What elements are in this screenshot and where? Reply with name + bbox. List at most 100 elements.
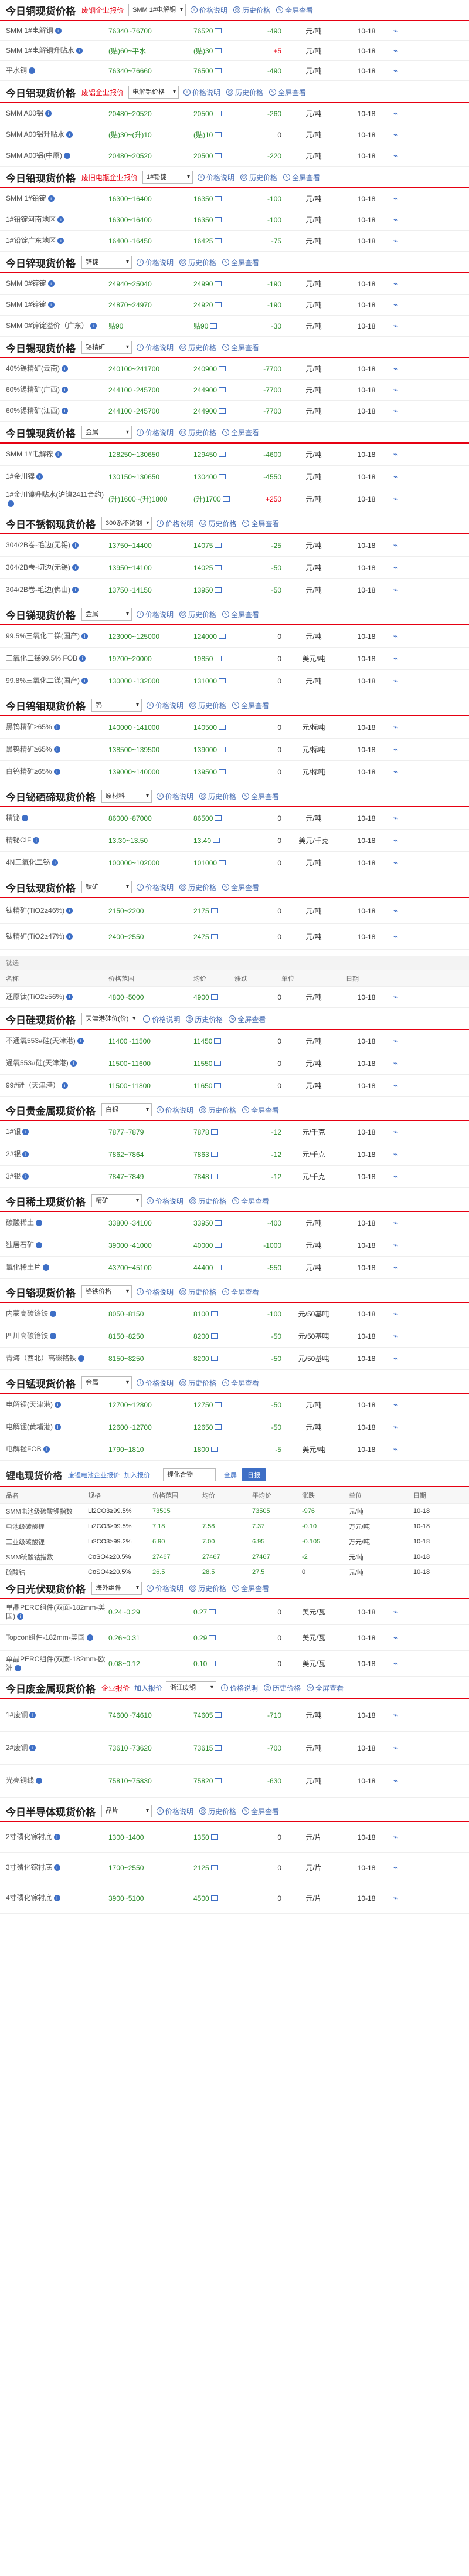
fullscreen-link[interactable]: ∿ 全屏查看 — [232, 1583, 269, 1593]
chart-icon[interactable]: ⌁ — [387, 1400, 405, 1410]
product-select[interactable]: 锌锭 — [81, 256, 132, 269]
chart-icon[interactable]: ⌁ — [387, 449, 405, 459]
daily-report-button[interactable]: 日报 — [242, 1468, 267, 1481]
fullscreen-link[interactable]: ∿ 全屏查看 — [222, 343, 259, 353]
info-icon[interactable]: i — [81, 678, 89, 685]
info-icon[interactable]: i — [43, 1264, 50, 1271]
product-select[interactable]: 锡精矿 — [81, 341, 132, 354]
chart-icon[interactable]: ⌁ — [387, 1149, 405, 1159]
chart-icon[interactable]: ⌁ — [387, 279, 405, 289]
chart-icon[interactable]: ⌁ — [387, 300, 405, 310]
chart-icon[interactable]: ⌁ — [387, 744, 405, 754]
history-price-link[interactable]: ◷ 历史价格 — [199, 1806, 236, 1816]
mail-icon[interactable] — [214, 1083, 222, 1088]
fullscreen-link[interactable]: ∿ 全屏查看 — [222, 1287, 259, 1297]
history-price-link[interactable]: ◷ 历史价格 — [179, 343, 216, 353]
mail-icon[interactable] — [215, 28, 222, 33]
fullscreen-link[interactable]: ∿ 全屏查看 — [242, 791, 279, 801]
info-icon[interactable]: i — [66, 933, 73, 940]
mail-icon[interactable] — [215, 815, 222, 821]
product-select[interactable]: 铬铁价格 — [81, 1285, 132, 1298]
mail-icon[interactable] — [215, 587, 222, 593]
mail-icon[interactable] — [209, 1635, 216, 1640]
chart-icon[interactable]: ⌁ — [387, 1058, 405, 1068]
add-quote-link[interactable]: 加入报价 — [124, 1470, 150, 1480]
mail-icon[interactable] — [214, 1061, 222, 1066]
info-icon[interactable]: i — [22, 1129, 29, 1136]
history-price-link[interactable]: ◷ 历史价格 — [240, 172, 277, 182]
price-explain-link[interactable]: i 价格说明 — [157, 791, 193, 801]
fullscreen-link[interactable]: ∿ 全屏查看 — [222, 882, 259, 892]
info-icon[interactable]: i — [57, 238, 64, 245]
mail-icon[interactable] — [210, 1333, 218, 1339]
history-price-link[interactable]: ◷ 历史价格 — [189, 700, 226, 710]
info-icon[interactable]: i — [29, 1712, 36, 1719]
history-price-link[interactable]: ◷ 历史价格 — [179, 882, 216, 892]
mail-icon[interactable] — [215, 132, 222, 137]
info-icon[interactable]: i — [55, 28, 62, 35]
chart-icon[interactable]: ⌁ — [387, 66, 405, 76]
chart-icon[interactable]: ⌁ — [387, 722, 405, 732]
product-select[interactable]: 晶片 — [101, 1805, 152, 1817]
mail-icon[interactable] — [210, 1834, 218, 1840]
history-price-link[interactable]: ◷ 历史价格 — [179, 258, 216, 268]
fullscreen-link[interactable]: ∿ 全屏查看 — [222, 610, 259, 620]
history-price-link[interactable]: ◷ 历史价格 — [179, 428, 216, 438]
price-explain-link[interactable]: i 价格说明 — [137, 610, 174, 620]
mail-icon[interactable] — [215, 68, 222, 73]
chart-icon[interactable]: ⌁ — [387, 906, 405, 916]
chart-icon[interactable]: ⌁ — [387, 813, 405, 823]
history-price-link[interactable]: ◷ 历史价格 — [199, 1105, 236, 1115]
mail-icon[interactable] — [209, 1661, 216, 1666]
mail-icon[interactable] — [219, 387, 226, 392]
mail-icon[interactable] — [219, 725, 226, 730]
product-select[interactable]: 海外组件 — [91, 1582, 142, 1595]
chart-icon[interactable]: ⌁ — [387, 1863, 405, 1873]
history-price-link[interactable]: ◷ 历史价格 — [186, 1014, 223, 1024]
info-icon[interactable]: i — [86, 1634, 93, 1641]
info-icon[interactable]: i — [47, 280, 55, 287]
mail-icon[interactable] — [210, 1129, 218, 1135]
chart-icon[interactable]: ⌁ — [387, 1240, 405, 1250]
chart-icon[interactable]: ⌁ — [387, 236, 405, 246]
chart-icon[interactable]: ⌁ — [387, 1036, 405, 1046]
product-select[interactable]: 金属 — [81, 426, 132, 439]
info-icon[interactable]: i — [29, 67, 36, 75]
fullscreen-link[interactable]: ∿ 全屏查看 — [222, 1378, 259, 1388]
chart-icon[interactable]: ⌁ — [387, 932, 405, 942]
mail-icon[interactable] — [210, 323, 217, 329]
mail-icon[interactable] — [215, 238, 222, 243]
price-explain-link[interactable]: i 价格说明 — [157, 1806, 193, 1816]
info-icon[interactable]: i — [55, 1402, 61, 1409]
info-icon[interactable]: i — [66, 908, 73, 915]
chart-icon[interactable]: ⌁ — [387, 858, 405, 868]
info-icon[interactable]: i — [17, 1613, 23, 1620]
chart-icon[interactable]: ⌁ — [387, 215, 405, 225]
price-explain-link[interactable]: i 价格说明 — [157, 1105, 193, 1115]
price-explain-link[interactable]: i 价格说明 — [137, 1287, 174, 1297]
mail-icon[interactable] — [215, 1220, 222, 1226]
mail-icon[interactable] — [219, 452, 226, 457]
chart-icon[interactable]: ⌁ — [387, 1422, 405, 1432]
mail-icon[interactable] — [219, 634, 226, 639]
info-icon[interactable]: i — [62, 408, 69, 415]
info-icon[interactable]: i — [45, 110, 52, 117]
fullscreen-link[interactable]: 全屏 — [224, 1470, 237, 1480]
history-price-link[interactable]: ◷ 历史价格 — [179, 610, 216, 620]
info-icon[interactable]: i — [72, 542, 79, 549]
mail-icon[interactable] — [215, 656, 222, 661]
chart-icon[interactable]: ⌁ — [387, 992, 405, 1002]
history-price-link[interactable]: ◷ 历史价格 — [233, 5, 270, 15]
price-explain-link[interactable]: i 价格说明 — [143, 1014, 180, 1024]
info-icon[interactable]: i — [53, 746, 60, 753]
history-price-link[interactable]: ◷ 历史价格 — [189, 1196, 226, 1206]
mail-icon[interactable] — [215, 1402, 222, 1407]
product-select[interactable]: 300系不锈钢 — [101, 517, 152, 530]
mail-icon[interactable] — [210, 1865, 218, 1870]
fullscreen-link[interactable]: ∿ 全屏查看 — [269, 87, 306, 97]
info-icon[interactable]: i — [55, 1424, 61, 1431]
chart-icon[interactable]: ⌁ — [387, 585, 405, 595]
info-icon[interactable]: i — [47, 302, 55, 309]
history-price-link[interactable]: ◷ 历史价格 — [199, 791, 236, 801]
mail-icon[interactable] — [222, 496, 230, 502]
